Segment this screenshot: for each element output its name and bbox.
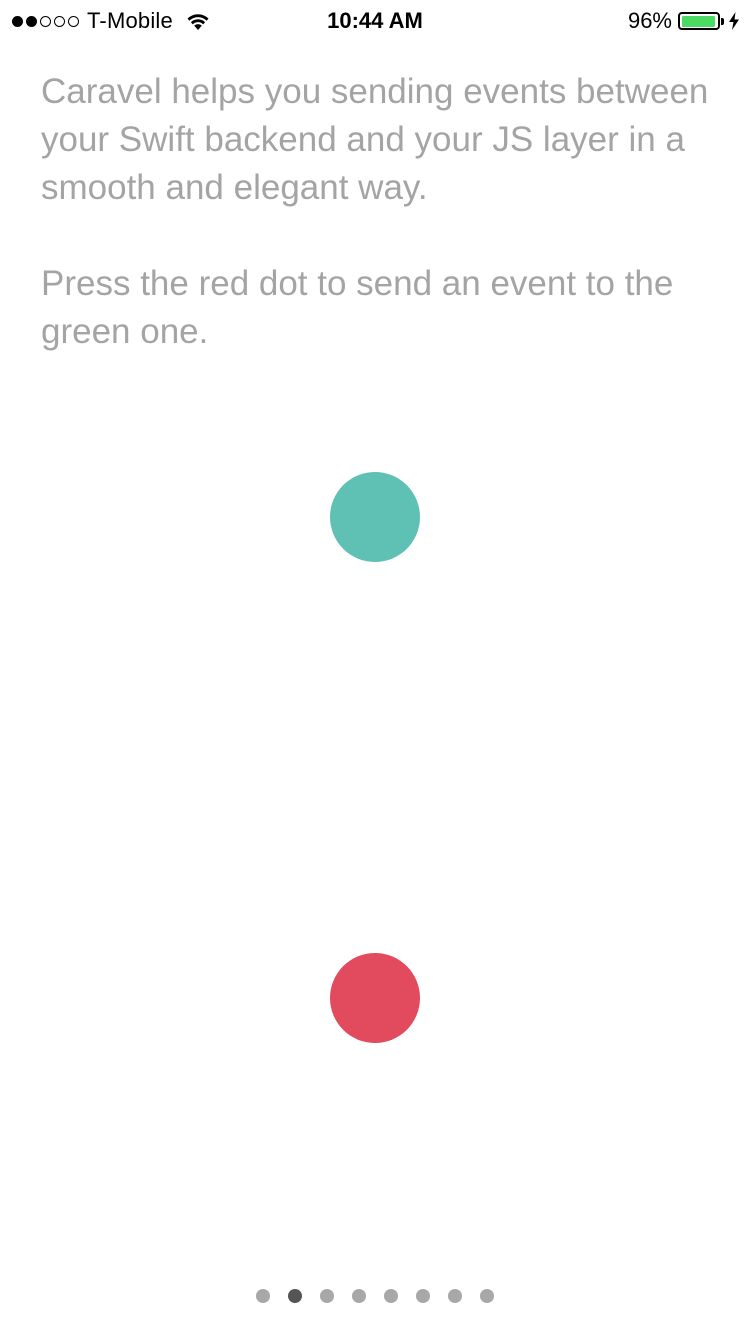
status-bar: T-Mobile 10:44 AM 96%	[0, 0, 750, 40]
page-dot[interactable]	[352, 1289, 366, 1303]
status-right: 96%	[628, 8, 740, 34]
charging-bolt-icon	[729, 12, 739, 30]
page-dot[interactable]	[256, 1289, 270, 1303]
intro-paragraph-1: Caravel helps you sending events between…	[41, 72, 709, 207]
battery-icon	[678, 12, 720, 30]
page-dot[interactable]	[416, 1289, 430, 1303]
battery-level-fill	[681, 15, 716, 27]
page-dot[interactable]	[320, 1289, 334, 1303]
intro-paragraph-2: Press the red dot to send an event to th…	[41, 264, 674, 351]
red-dot-button[interactable]	[330, 953, 420, 1043]
page-dot[interactable]	[448, 1289, 462, 1303]
battery-percent: 96%	[627, 8, 672, 33]
screen: T-Mobile 10:44 AM 96% Caravel helps you …	[0, 0, 750, 1334]
battery-nub	[721, 17, 724, 25]
page-dot-active[interactable]	[288, 1289, 302, 1303]
page-control[interactable]	[0, 1289, 750, 1303]
page-dot[interactable]	[384, 1289, 398, 1303]
page-dot[interactable]	[480, 1289, 494, 1303]
intro-text: Caravel helps you sending events between…	[41, 68, 721, 356]
green-dot	[330, 472, 420, 562]
